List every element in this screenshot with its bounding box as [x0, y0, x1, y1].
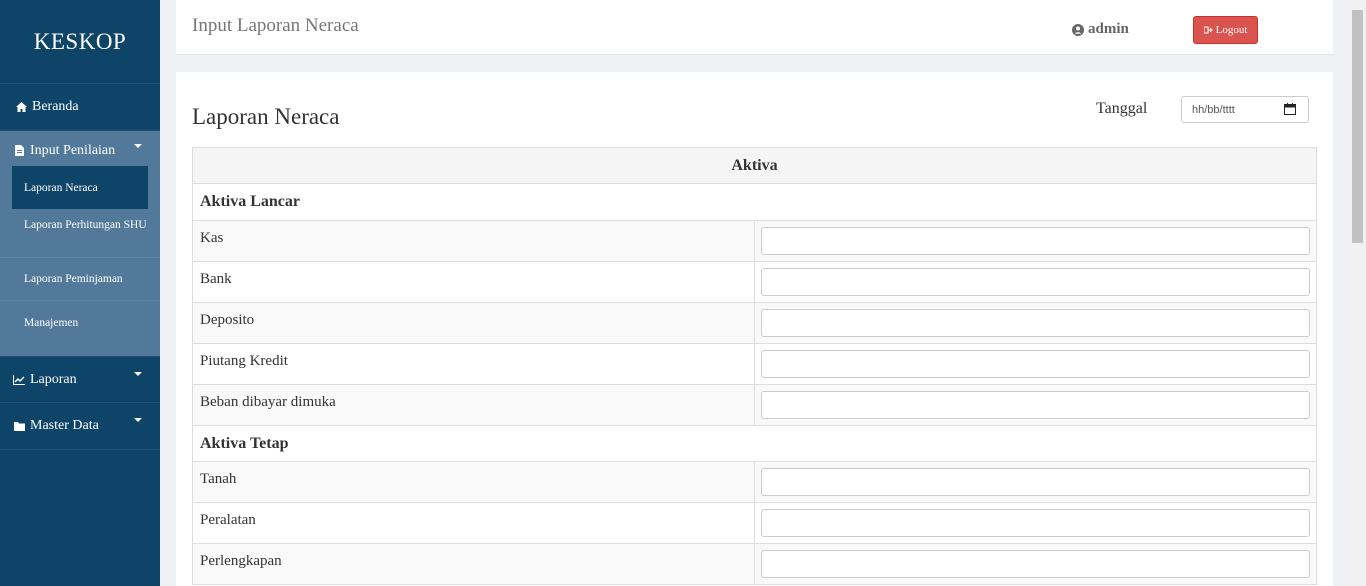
date-placeholder: hh/bb/tttt	[1192, 103, 1235, 116]
group-aktiva-tetap: Aktiva Tetap	[192, 425, 1317, 462]
scrollbar-thumb[interactable]	[1352, 10, 1363, 243]
row-label-tanah: Tanah	[192, 461, 755, 503]
table-row: Beban dibayar dimuka	[192, 384, 1317, 426]
table-header-aktiva: Aktiva	[192, 147, 1317, 184]
table-row: Tanah	[192, 461, 1317, 503]
nav-master-data-label: Master Data	[30, 418, 99, 433]
table-row: Piutang Kredit	[192, 343, 1317, 385]
kas-input[interactable]	[761, 227, 1310, 255]
user-menu[interactable]: admin	[1072, 21, 1129, 38]
table-row: Perlengkapan	[192, 543, 1317, 585]
main-panel: Laporan Neraca Tanggal hh/bb/tttt Aktiva…	[176, 72, 1333, 586]
row-label-perlengkapan: Perlengkapan	[192, 543, 755, 585]
home-icon	[14, 100, 28, 114]
group-aktiva-lancar: Aktiva Lancar	[192, 183, 1317, 221]
nav-group-input-penilaian: Input Penilaian Laporan Neraca Laporan P…	[0, 131, 160, 356]
neraca-table: Aktiva Aktiva Lancar Kas Bank Deposito P…	[192, 147, 1317, 585]
table-row: Deposito	[192, 302, 1317, 344]
nav-beranda[interactable]: Beranda	[0, 84, 160, 131]
folder-icon	[12, 419, 26, 433]
nav-input-penilaian[interactable]: Input Penilaian	[0, 131, 160, 166]
logout-button[interactable]: Logout	[1193, 16, 1258, 44]
nav-master-data[interactable]: Master Data	[0, 403, 160, 450]
chevron-down-icon	[134, 418, 142, 422]
sidebar: KESKOP Beranda Input Penilaian Laporan N…	[0, 0, 160, 586]
row-label-deposito: Deposito	[192, 302, 755, 344]
chart-icon	[12, 373, 26, 387]
sign-out-icon	[1203, 26, 1213, 34]
beban-dibayar-dimuka-input[interactable]	[761, 391, 1310, 419]
user-circle-icon	[1072, 23, 1084, 36]
piutang-kredit-input[interactable]	[761, 350, 1310, 378]
tanah-input[interactable]	[761, 468, 1310, 496]
row-label-kas: Kas	[192, 220, 755, 262]
calendar-icon[interactable]	[1284, 103, 1296, 118]
tanggal-label: Tanggal	[1096, 100, 1148, 117]
row-label-peralatan: Peralatan	[192, 502, 755, 544]
page-title: Input Laporan Neraca	[192, 15, 359, 36]
peralatan-input[interactable]	[761, 509, 1310, 537]
deposito-input[interactable]	[761, 309, 1310, 337]
chevron-down-icon	[134, 144, 142, 148]
subnav-laporan-perhitungan-shu[interactable]: Laporan Perhitungan SHU	[0, 209, 160, 258]
nav-input-penilaian-label: Input Penilaian	[30, 143, 116, 158]
nav-beranda-label: Beranda	[32, 99, 79, 114]
brand-logo[interactable]: KESKOP	[0, 0, 160, 84]
perlengkapan-input[interactable]	[761, 550, 1310, 578]
table-row: Kas	[192, 220, 1317, 262]
subnav-manajemen[interactable]: Manajemen	[0, 301, 160, 344]
chevron-down-icon	[134, 372, 142, 376]
nav-laporan-label: Laporan	[30, 371, 77, 387]
row-label-beban-dibayar-dimuka: Beban dibayar dimuka	[192, 384, 755, 426]
subnav-laporan-neraca[interactable]: Laporan Neraca	[12, 166, 148, 209]
tanggal-date-input[interactable]: hh/bb/tttt	[1181, 96, 1309, 123]
username: admin	[1088, 21, 1129, 37]
file-icon	[12, 143, 26, 157]
page-scrollbar[interactable]	[1349, 0, 1366, 586]
logout-label: Logout	[1215, 24, 1248, 36]
subnav-laporan-peminjaman[interactable]: Laporan Peminjaman	[0, 258, 160, 301]
table-row: Peralatan	[192, 502, 1317, 544]
section-title: Laporan Neraca	[192, 104, 340, 129]
nav-laporan[interactable]: Laporan	[0, 356, 160, 403]
row-label-piutang-kredit: Piutang Kredit	[192, 343, 755, 385]
topbar: Input Laporan Neraca admin Logout	[176, 0, 1333, 55]
table-row: Bank	[192, 261, 1317, 303]
row-label-bank: Bank	[192, 261, 755, 303]
bank-input[interactable]	[761, 268, 1310, 296]
